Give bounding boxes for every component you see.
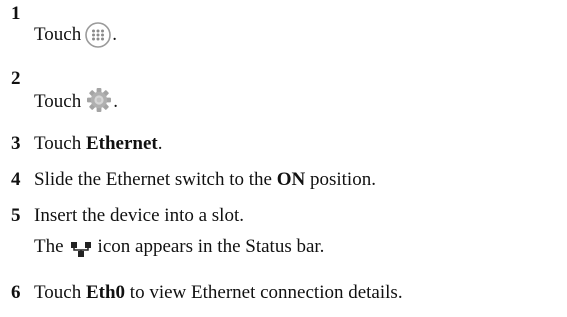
step-text: Insert the device into a slot. [34, 205, 244, 226]
step-1: 1 Touch . [0, 0, 567, 50]
step-number: 1 [11, 3, 21, 24]
settings-gear-icon [81, 86, 113, 117]
step-number: 5 [11, 205, 21, 226]
eth0-label: Eth0 [85, 282, 126, 303]
step-text-after: . [112, 24, 117, 45]
step-subtext-before: The [34, 236, 64, 257]
step-number: 2 [11, 68, 21, 89]
step-6: 6 Touch Eth0 to view Ethernet connection… [0, 282, 567, 306]
step-text: Touch Ethernet. [34, 133, 162, 155]
step-text: Touch . [34, 86, 118, 117]
step-subtext-after: icon appears in the Status bar. [97, 236, 325, 257]
step-4: 4 Slide the Ethernet switch to the ON po… [0, 169, 567, 193]
step-number: 3 [11, 133, 21, 154]
apps-grid-icon [81, 21, 112, 50]
step-text-before: Touch [34, 91, 82, 112]
step-text-after: . [157, 133, 163, 154]
ethernet-status-icon [64, 240, 98, 262]
step-text: Touch . [34, 21, 117, 50]
step-text-before: Touch [34, 133, 86, 154]
instruction-page: { "steps": [ { "number": "1", "text_befo… [0, 0, 567, 317]
on-label: ON [276, 169, 306, 190]
ethernet-label: Ethernet [85, 133, 158, 154]
step-text-before: Slide the Ethernet switch to the [34, 169, 277, 190]
step-text-before: Touch [34, 24, 82, 45]
step-text: Touch Eth0 to view Ethernet connection d… [34, 282, 403, 304]
step-number: 4 [11, 169, 21, 190]
step-5: 5 Insert the device into a slot. The ico… [0, 205, 567, 261]
step-text-before: Touch [34, 282, 86, 303]
step-text-after: position. [305, 169, 376, 190]
step-text-after: . [113, 91, 118, 112]
step-3: 3 Touch Ethernet. [0, 133, 567, 157]
step-subtext: The icon appears in the Status bar. [34, 236, 324, 262]
step-number: 6 [11, 282, 21, 303]
step-text: Slide the Ethernet switch to the ON posi… [34, 169, 376, 191]
step-text-after: to view Ethernet connection details. [125, 282, 403, 303]
step-2: 2 Touch . [0, 65, 567, 115]
